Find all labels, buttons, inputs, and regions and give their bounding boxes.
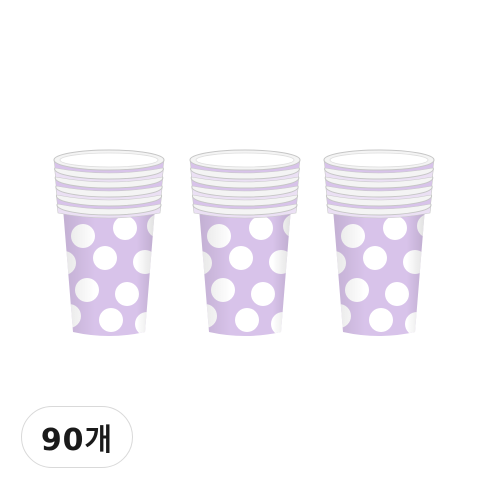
- cup-stack: [189, 149, 301, 336]
- quantity-badge: 90개: [21, 406, 133, 468]
- product-stage: 90개: [0, 0, 492, 492]
- cup-stack: [53, 149, 165, 336]
- cup-stack: [323, 149, 435, 336]
